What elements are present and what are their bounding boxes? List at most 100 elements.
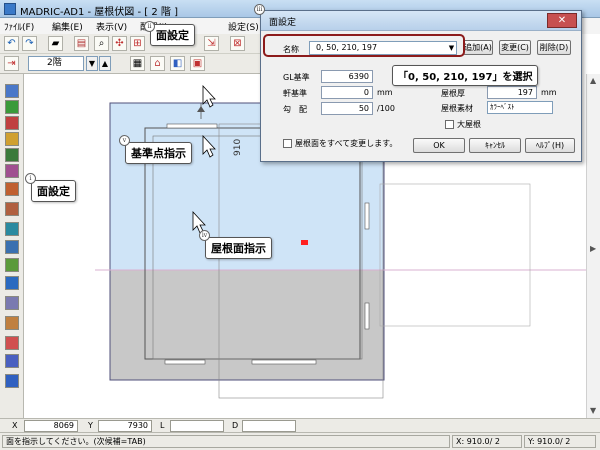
view3d-icon[interactable]: ◧ [170,56,185,71]
point-tool-icon[interactable] [5,116,19,130]
x-coord-field[interactable]: 8069 [24,420,78,432]
redraw-icon[interactable]: ⊠ [230,36,245,51]
big-roof-checkbox[interactable] [445,120,454,129]
zoom-fit-icon[interactable]: ✣ [112,36,127,51]
right-wall-outline [379,183,531,327]
coordinate-bar: X 8069 Y 7930 L D [0,418,600,432]
slope-unit-label: /100 [377,104,395,113]
window-right-upper [364,202,370,230]
floor-up-button[interactable]: ▲ [99,56,111,71]
change-button[interactable]: 変更(C) [499,40,531,55]
main-toolbar: ↶ ↷ ▰ ▤ ⌕ ✣ ⊞ ⇲ ⊠ [0,34,260,54]
undo-icon[interactable]: ↶ [4,36,19,51]
dialog-titlebar: 面設定 ✕ [261,11,581,31]
zoom-window-icon[interactable]: ⊞ [130,36,145,51]
slope-label: 勾 配 [283,105,307,114]
menu-edit[interactable]: 編集(E) [52,20,83,33]
window-bottom-right [251,359,317,365]
floor-down-button[interactable]: ▼ [86,56,98,71]
length-label: L [160,421,165,430]
length-field[interactable] [170,420,224,432]
menu-settings[interactable]: 設定(S) [228,20,259,33]
dimension-label: 910 [233,139,243,156]
roof-material-select[interactable]: ｶﾗｰﾍﾞｽﾄ [487,101,553,114]
pan-icon[interactable]: ⇲ [204,36,219,51]
scroll-up-icon[interactable]: ▲ [590,76,596,85]
status-bar: 面を指示してください。(次候補=TAB) X: 910.0/ 2 Y: 910.… [0,432,600,450]
delete-button[interactable]: 削除(D) [537,40,571,55]
help-button[interactable]: ﾍﾙﾌﾟ(H) [525,138,575,153]
window-title: MADRIC-AD1 - 屋根伏図 - [ 2 階 ] [20,7,178,18]
house-icon[interactable]: ⌂ [150,56,165,71]
pen-tool-icon[interactable] [5,182,19,196]
apply-all-label: 屋根面をすべて変更します。 [295,139,398,148]
pattern-tool-icon[interactable] [5,164,19,178]
vertical-scrollbar[interactable]: ▲ ▶ ▼ [586,74,600,418]
gl-base-input[interactable]: 6390 [321,70,373,83]
roof-face-tool-icon[interactable] [5,222,19,236]
roof-thickness-label: 屋根厚 [441,89,465,98]
add-button[interactable]: 追加(A) [463,40,493,55]
y-grid-status: Y: 910.0/ 2 [524,435,596,448]
face-setting-tool-icon[interactable] [5,202,19,216]
big-roof-label: 大屋根 [457,120,481,129]
floor-select[interactable]: 2階 [28,56,84,71]
step-badge-iv: iv [199,230,210,241]
roof-material-label: 屋根素材 [441,104,473,113]
eave-base-label: 軒基準 [283,89,307,98]
eave-unit-label: mm [377,88,393,97]
step-badge-iii: iii [254,4,265,15]
hatch-tool-icon[interactable] [5,148,19,162]
y-coord-label: Y [88,421,93,430]
callout-base-point: 基準点指示 [125,142,192,164]
menu-file[interactable]: ﾌｧｲﾙ(F) [4,20,34,33]
window-right-lower [364,302,370,330]
scroll-thumb-icon[interactable]: ▶ [590,244,596,253]
left-toolbar [0,74,24,418]
eave-base-input[interactable]: 0 [321,86,373,99]
step-badge-ii: ii [144,21,155,32]
dimension-tool-icon[interactable] [5,354,19,368]
wall-tool-icon[interactable] [5,84,19,98]
roof-thickness-input[interactable]: 197 [487,86,537,99]
valley-tool-icon[interactable] [5,276,19,290]
grid-icon[interactable]: ▣ [190,56,205,71]
y-coord-field[interactable]: 7930 [98,420,152,432]
house-view-icon[interactable] [5,374,19,388]
callout-select-instruction: 「0, 50, 210, 197」を選択 [392,65,539,86]
callout-roof-face: 屋根面指示 [205,237,272,259]
eave-tool-icon[interactable] [5,258,19,272]
ridge-tool-icon[interactable] [5,240,19,254]
line-tool-icon[interactable] [5,100,19,114]
dialog-close-button[interactable]: ✕ [547,13,577,28]
face-setting-dialog: 面設定 ✕ 名称 0, 50, 210, 197 ▼ 追加(A) 変更(C) 削… [260,10,582,162]
zoom-icon[interactable]: ⌕ [94,36,109,51]
print-icon[interactable]: ▤ [74,36,89,51]
app-icon [4,3,16,15]
x-grid-status: X: 910.0/ 2 [452,435,522,448]
apply-all-checkbox[interactable] [283,139,292,148]
check-tool-icon[interactable] [5,316,19,330]
area-tool-icon[interactable] [5,132,19,146]
arrow-tool-icon[interactable] [5,296,19,310]
callout-face-setting-left: 面設定 [31,180,76,202]
name-field-highlight [263,34,465,57]
menu-view[interactable]: 表示(V) [96,20,127,33]
eraser-icon[interactable]: ▰ [48,36,63,51]
text-tool-icon[interactable] [5,336,19,350]
window-top [166,123,218,129]
gl-base-label: GL基準 [283,73,310,82]
redo-icon[interactable]: ↷ [22,36,37,51]
ground-area [109,269,385,381]
roof-tool-icon[interactable]: ▦ [130,56,145,71]
scroll-down-icon[interactable]: ▼ [590,406,596,415]
selection-marker [301,240,308,245]
ok-button[interactable]: OK [413,138,465,153]
step-badge-i: i [25,173,36,184]
cancel-button[interactable]: ｷｬﾝｾﾙ [469,138,521,153]
floor-switch-icon[interactable]: ⇥ [4,56,19,71]
slope-input[interactable]: 50 [321,102,373,115]
window-bottom-left [164,359,206,365]
direction-field[interactable] [242,420,296,432]
roof-thickness-unit-label: mm [541,88,557,97]
